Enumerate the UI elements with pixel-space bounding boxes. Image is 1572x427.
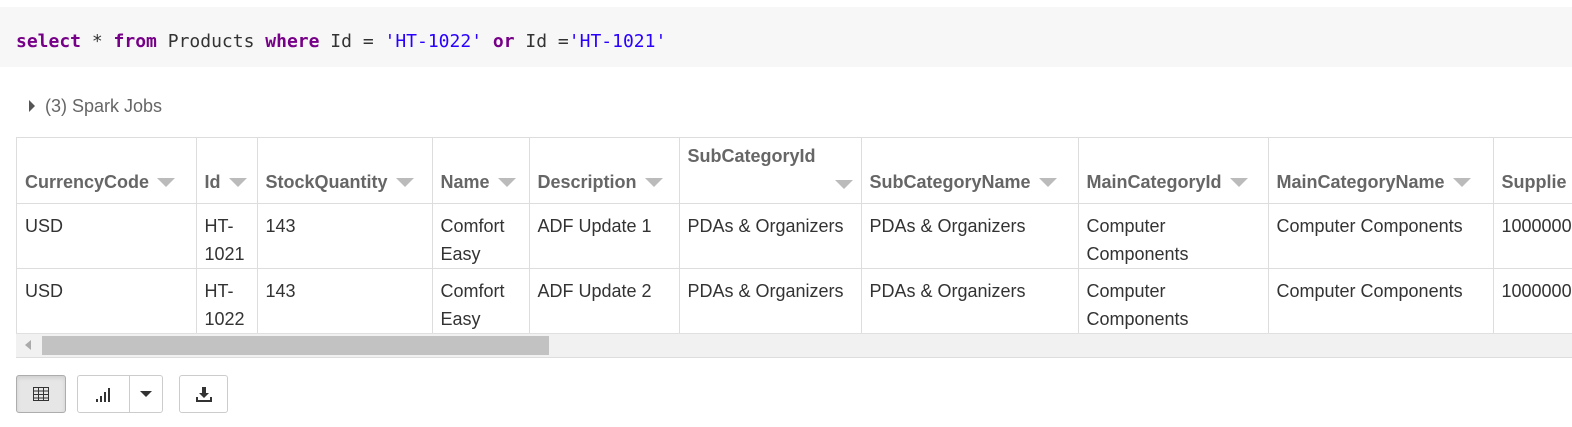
- table-cell: HT-1021: [196, 203, 258, 269]
- results-table-container[interactable]: CurrencyCode Id StockQuantity Name Descr…: [16, 137, 1572, 358]
- column-header[interactable]: CurrencyCode: [17, 138, 197, 204]
- table-row: USD HT-1021 143 Comfort Easy ADF Update …: [17, 203, 1572, 269]
- table-cell: ADF Update 2: [529, 268, 680, 334]
- horizontal-scrollbar[interactable]: [16, 333, 1572, 357]
- table-cell: 1000000: [1493, 203, 1572, 269]
- table-cell: PDAs & Organizers: [861, 203, 1079, 269]
- table-cell: 143: [257, 268, 433, 334]
- column-header[interactable]: StockQuantity: [257, 138, 433, 204]
- spark-jobs-toggle[interactable]: (3) Spark Jobs: [29, 95, 162, 117]
- column-header[interactable]: Name: [432, 138, 530, 204]
- table-cell: Computer Components: [1268, 268, 1494, 334]
- table-cell: HT-1022: [196, 268, 258, 334]
- column-header[interactable]: MainCategoryName: [1268, 138, 1494, 204]
- sort-caret-icon[interactable]: [497, 177, 516, 187]
- download-button[interactable]: [179, 375, 228, 413]
- sort-caret-icon[interactable]: [228, 177, 247, 187]
- table-cell: Computer Components: [1078, 268, 1269, 334]
- sort-caret-icon[interactable]: [834, 179, 853, 189]
- column-header[interactable]: Supplie: [1493, 138, 1572, 204]
- column-header[interactable]: MainCategoryId: [1078, 138, 1269, 204]
- table-cell: PDAs & Organizers: [861, 268, 1079, 334]
- query-cond2: Id =: [514, 31, 569, 52]
- table-cell: PDAs & Organizers: [679, 268, 862, 334]
- chart-options-dropdown[interactable]: [129, 375, 163, 413]
- keyword-from: from: [113, 31, 157, 52]
- scroll-left-icon[interactable]: [25, 340, 31, 350]
- bar-chart-icon: [95, 388, 110, 402]
- table-view-button[interactable]: [16, 375, 66, 413]
- keyword-select: select: [16, 31, 82, 52]
- sql-query: select * from Products where Id = 'HT-10…: [16, 31, 666, 53]
- table-cell: 143: [257, 203, 433, 269]
- caret-right-icon: [29, 100, 35, 112]
- column-header[interactable]: Id: [196, 138, 258, 204]
- table-cell: ADF Update 1: [529, 203, 680, 269]
- sort-caret-icon[interactable]: [395, 177, 414, 187]
- code-cell[interactable]: select * from Products where Id = 'HT-10…: [0, 7, 1572, 67]
- download-icon: [195, 387, 212, 402]
- column-header[interactable]: SubCategoryId: [679, 138, 862, 204]
- table-cell: USD: [17, 268, 197, 334]
- table-cell: Computer Components: [1078, 203, 1269, 269]
- sort-caret-icon[interactable]: [157, 177, 176, 187]
- sort-caret-icon[interactable]: [1452, 177, 1471, 187]
- table-cell: 1000000: [1493, 268, 1572, 334]
- table-icon: [33, 387, 49, 401]
- sort-caret-icon[interactable]: [1038, 177, 1057, 187]
- table-cell: Comfort Easy: [432, 268, 530, 334]
- table-row: USD HT-1022 143 Comfort Easy ADF Update …: [17, 268, 1572, 334]
- sort-caret-icon[interactable]: [644, 177, 663, 187]
- table-cell: PDAs & Organizers: [679, 203, 862, 269]
- sort-caret-icon[interactable]: [1229, 177, 1248, 187]
- query-space: [482, 31, 493, 52]
- keyword-or: or: [492, 31, 515, 52]
- query-value1: 'HT-1022': [384, 31, 483, 52]
- spark-jobs-label: (3) Spark Jobs: [45, 95, 163, 116]
- scrollbar-thumb[interactable]: [42, 336, 549, 355]
- table-cell: Computer Components: [1268, 203, 1494, 269]
- table-cell: USD: [17, 203, 197, 269]
- table-cell: Comfort Easy: [432, 203, 530, 269]
- results-table: CurrencyCode Id StockQuantity Name Descr…: [17, 138, 1572, 334]
- chart-button-group: [77, 375, 163, 413]
- column-header[interactable]: SubCategoryName: [861, 138, 1079, 204]
- query-value2: 'HT-1021': [568, 31, 667, 52]
- keyword-where: where: [265, 31, 320, 52]
- column-header[interactable]: Description: [529, 138, 680, 204]
- query-cond1: Id =: [319, 31, 385, 52]
- query-table: Products: [156, 31, 266, 52]
- table-header-row: CurrencyCode Id StockQuantity Name Descr…: [17, 138, 1572, 204]
- chevron-down-icon: [140, 391, 152, 397]
- chart-view-button[interactable]: [77, 375, 130, 413]
- query-star: *: [81, 31, 114, 52]
